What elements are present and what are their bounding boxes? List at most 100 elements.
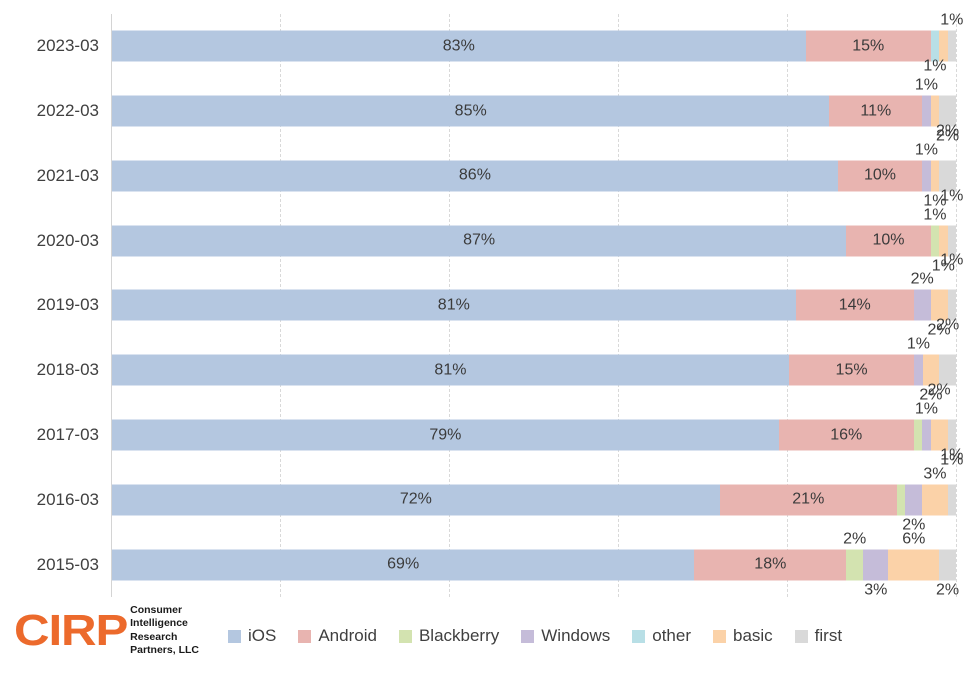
segment-value-label: 10%: [864, 166, 897, 184]
bar-segment-blackberry[interactable]: 2%: [843, 530, 866, 581]
bar-segment-ios[interactable]: 83%: [112, 30, 806, 62]
cirp-logo: CIRP Consumer Intelligence Research Partner…: [14, 604, 199, 658]
bar-segment-basic[interactable]: [939, 30, 948, 62]
bar-segment-first[interactable]: 2%: [936, 122, 959, 192]
stacked-bar[interactable]: 85% 11% 1% 1% 2%: [112, 58, 959, 145]
bar-segment-android[interactable]: 10%: [846, 225, 931, 257]
logo-tagline-line: Consumer: [130, 604, 183, 616]
segment-value-label: 1%: [940, 11, 964, 29]
bar-segment-android[interactable]: 16%: [778, 419, 914, 451]
category-label: 2021-03: [36, 165, 99, 185]
segment-value-label: 72%: [399, 490, 432, 508]
stacked-bar[interactable]: 83% 15% 1%: [112, 12, 963, 62]
bar-segment-blackberry[interactable]: 1%: [923, 206, 946, 257]
bar-segment-first[interactable]: 1%: [940, 446, 963, 516]
legend-item-other[interactable]: other: [632, 626, 691, 646]
bar-segment-basic[interactable]: 2%: [919, 354, 943, 404]
bar-segment-windows[interactable]: 2%: [902, 484, 925, 533]
legend-item-blackberry[interactable]: Blackberry: [398, 626, 499, 646]
bar-segment-windows[interactable]: 1%: [915, 141, 938, 192]
bar-segment-android[interactable]: 15%: [805, 30, 931, 62]
bar-segment-windows[interactable]: 1%: [915, 77, 938, 127]
bar-segment-android[interactable]: 18%: [694, 549, 847, 581]
bar-segment-first[interactable]: 1%: [940, 252, 963, 321]
bar-segment-ios[interactable]: 87%: [112, 225, 847, 257]
bar-segment-basic[interactable]: 1%: [932, 225, 955, 274]
legend-label: iOS: [248, 626, 277, 645]
bar-segment-ios[interactable]: 79%: [112, 419, 779, 451]
bar-segment-first[interactable]: 2%: [936, 549, 959, 598]
legend-label: other: [652, 626, 691, 645]
stacked-bar[interactable]: 86% 10% 1% 1% 2%: [112, 122, 959, 209]
bar-segment-android[interactable]: 21%: [719, 484, 897, 516]
bar-segment-windows[interactable]: 1%: [915, 401, 938, 451]
segment-value-label: 85%: [454, 102, 487, 120]
bar-segment-ios[interactable]: 86%: [112, 160, 838, 192]
legend-swatch-icon: [398, 629, 412, 643]
stacked-bar[interactable]: 81% 14% 2% 2% 1%: [112, 252, 963, 339]
segment-value-label: 16%: [830, 426, 863, 444]
segment-value-label: 79%: [429, 426, 462, 444]
stacked-bar[interactable]: 69% 18% 2% 3% 6% 2%: [112, 530, 959, 598]
bar-segment-android[interactable]: 14%: [795, 289, 914, 321]
category-label: 2015-03: [36, 554, 99, 574]
gridline-100: [956, 14, 957, 597]
legend-item-ios[interactable]: iOS: [228, 626, 276, 646]
category-label: 2018-03: [36, 360, 99, 380]
bar-segment-basic[interactable]: 2%: [928, 382, 951, 451]
plot-area: 2023-03 83% 15% 1% 2022-03 85% 11% 1% 1% 2% 2021-0…: [37, 12, 964, 598]
bar-segment-first[interactable]: 2%: [936, 95, 959, 145]
segment-value-label: 86%: [458, 166, 491, 184]
legend-item-basic[interactable]: basic: [712, 626, 773, 646]
bar-segment-ios[interactable]: 72%: [112, 484, 720, 516]
legend-item-first[interactable]: first: [794, 626, 843, 646]
stacked-bar[interactable]: 81% 15% 1% 2% 2%: [112, 317, 959, 404]
segment-value-label: 15%: [835, 361, 868, 379]
segment-value-label: 2%: [935, 581, 960, 599]
bar-segment-ios[interactable]: 69%: [112, 549, 695, 581]
segment-value-label: 10%: [872, 231, 905, 249]
segment-value-label: 11%: [860, 102, 892, 120]
bar-segment-basic[interactable]: 1%: [923, 58, 946, 127]
bar-segment-android[interactable]: 10%: [837, 160, 923, 192]
bar-segment-basic[interactable]: 2%: [928, 289, 951, 339]
bar-segment-first[interactable]: 1%: [940, 187, 963, 257]
segment-value-label: 2%: [910, 270, 934, 288]
bar-row: 2016-03 72% 21% 2% 3% 1%: [37, 446, 964, 533]
legend-label: first: [814, 626, 843, 645]
bar-segment-first[interactable]: 1%: [940, 419, 963, 469]
bar-segment-ios[interactable]: 81%: [112, 289, 796, 321]
bar-segment-windows[interactable]: 3%: [863, 549, 889, 598]
legend-item-android[interactable]: Android: [298, 626, 377, 646]
bar-segment-basic[interactable]: 6%: [888, 530, 940, 581]
bar-segment-ios[interactable]: 81%: [112, 354, 789, 386]
legend-swatch-icon: [712, 629, 726, 643]
legend-label: Windows: [541, 626, 611, 645]
bar-segment-android[interactable]: 15%: [788, 354, 915, 386]
segment-value-label: 15%: [852, 37, 885, 55]
segment-value-label: 87%: [463, 231, 496, 249]
bar-segment-ios[interactable]: 85%: [112, 95, 830, 127]
bar-segment-first[interactable]: 1%: [940, 12, 963, 62]
legend-item-windows[interactable]: Windows: [521, 626, 610, 646]
segment-value-label: 3%: [864, 581, 888, 599]
stacked-bar[interactable]: 79% 16% 1% 2% 1%: [112, 382, 963, 469]
bar-segment-android[interactable]: 11%: [829, 95, 923, 127]
bar-segment-blackberry[interactable]: [896, 484, 906, 516]
bar-segment-blackberry[interactable]: [913, 419, 923, 451]
stacked-bar[interactable]: 72% 21% 2% 3% 1%: [112, 446, 963, 533]
segment-value-label: 69%: [387, 555, 420, 573]
stacked-bar[interactable]: 87% 10% 1% 1% 1%: [112, 187, 963, 274]
bar-row: 2019-03 81% 14% 2% 2% 1%: [37, 252, 964, 339]
bar-segment-windows[interactable]: 2%: [911, 271, 934, 321]
bar-segment-first[interactable]: 2%: [936, 317, 959, 386]
segment-value-label: 3%: [923, 465, 947, 483]
bar-row: 2017-03 79% 16% 1% 2% 1%: [37, 382, 964, 469]
bar-row: 2022-03 85% 11% 1% 1% 2%: [37, 58, 959, 145]
bar-segment-basic[interactable]: 1%: [923, 160, 946, 209]
bar-segment-basic[interactable]: 3%: [922, 465, 948, 516]
legend-swatch-icon: [632, 629, 646, 643]
bar-segment-other[interactable]: [930, 30, 940, 62]
bar-segment-windows[interactable]: 1%: [907, 336, 930, 386]
segment-value-label: 1%: [914, 400, 938, 418]
